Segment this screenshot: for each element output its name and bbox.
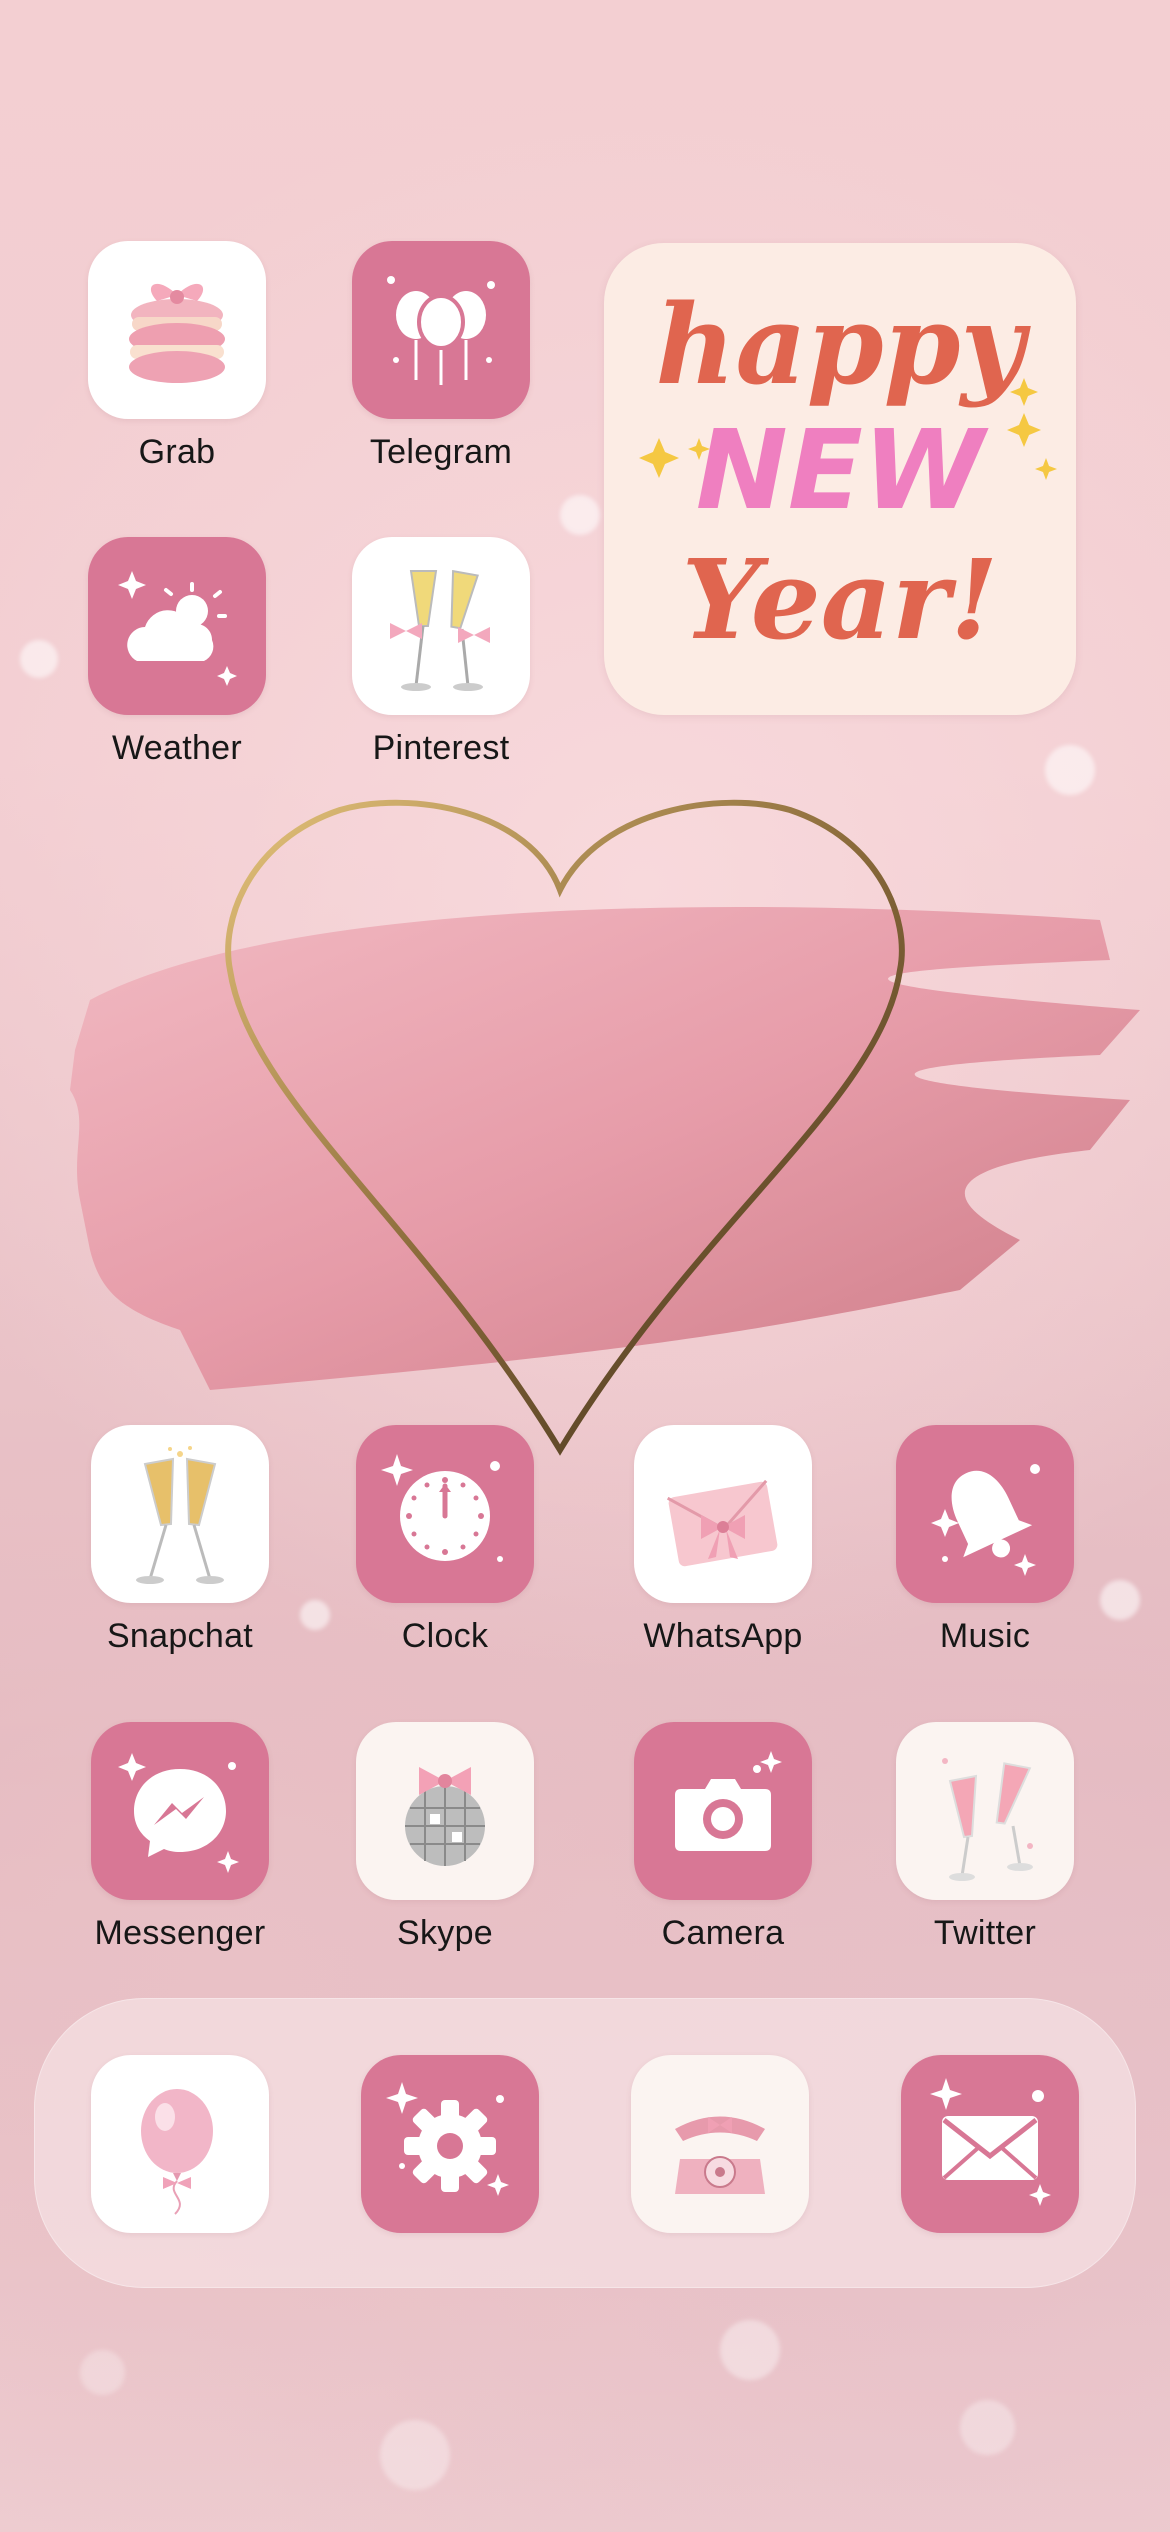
envelope-bow-icon (634, 1425, 812, 1603)
disco-ball-icon (356, 1722, 534, 1900)
app-label: Snapchat (106, 1617, 254, 1655)
app-camera[interactable]: Camera (633, 1722, 813, 1953)
dock-phone-app[interactable] (630, 2055, 810, 2233)
app-pinterest[interactable]: Pinterest (351, 537, 531, 768)
pink-flutes-icon (896, 1722, 1074, 1900)
happy-new-year-widget[interactable]: happy NEW Year! (604, 243, 1076, 715)
cloud-sun-icon (88, 537, 266, 715)
gear-icon (361, 2055, 539, 2233)
app-label: Skype (397, 1914, 493, 1952)
clock-icon (356, 1425, 534, 1603)
heart-brush-decoration (60, 770, 1170, 1470)
app-messenger[interactable]: Messenger (90, 1722, 270, 1953)
app-skype[interactable]: Skype (355, 1722, 535, 1953)
widget-line-happy: happy (656, 280, 1032, 409)
champagne-bows-icon (352, 537, 530, 715)
widget-line-new: NEW (696, 406, 989, 534)
app-label: Pinterest (372, 729, 510, 767)
bell-icon (896, 1425, 1074, 1603)
macaron-icon (88, 241, 266, 419)
app-label: Grab (138, 433, 216, 471)
telephone-icon (631, 2055, 809, 2233)
app-label: Telegram (369, 433, 513, 471)
app-label: Weather (112, 729, 242, 767)
app-label: Camera (661, 1914, 785, 1952)
mail-icon (901, 2055, 1079, 2233)
balloons-icon (352, 241, 530, 419)
app-label: WhatsApp (643, 1617, 803, 1655)
app-whatsapp[interactable]: WhatsApp (633, 1425, 813, 1656)
app-label: Twitter (933, 1914, 1037, 1952)
messenger-bolt-icon (91, 1722, 269, 1900)
dock-settings-app[interactable] (360, 2055, 540, 2233)
champagne-flutes-icon (91, 1425, 269, 1603)
dock-balloon-app[interactable] (90, 2055, 270, 2233)
app-clock[interactable]: Clock (355, 1425, 535, 1656)
app-twitter[interactable]: Twitter (895, 1722, 1075, 1953)
app-grab[interactable]: Grab (87, 241, 267, 472)
app-telegram[interactable]: Telegram (351, 241, 531, 472)
dock-mail-app[interactable] (900, 2055, 1080, 2233)
camera-icon (634, 1722, 812, 1900)
app-snapchat[interactable]: Snapchat (90, 1425, 270, 1656)
app-label: Clock (401, 1617, 489, 1655)
balloon-icon (91, 2055, 269, 2233)
app-music[interactable]: Music (895, 1425, 1075, 1656)
app-weather[interactable]: Weather (87, 537, 267, 768)
app-label: Music (939, 1617, 1031, 1655)
widget-line-year: Year! (682, 535, 998, 664)
app-label: Messenger (94, 1914, 266, 1952)
